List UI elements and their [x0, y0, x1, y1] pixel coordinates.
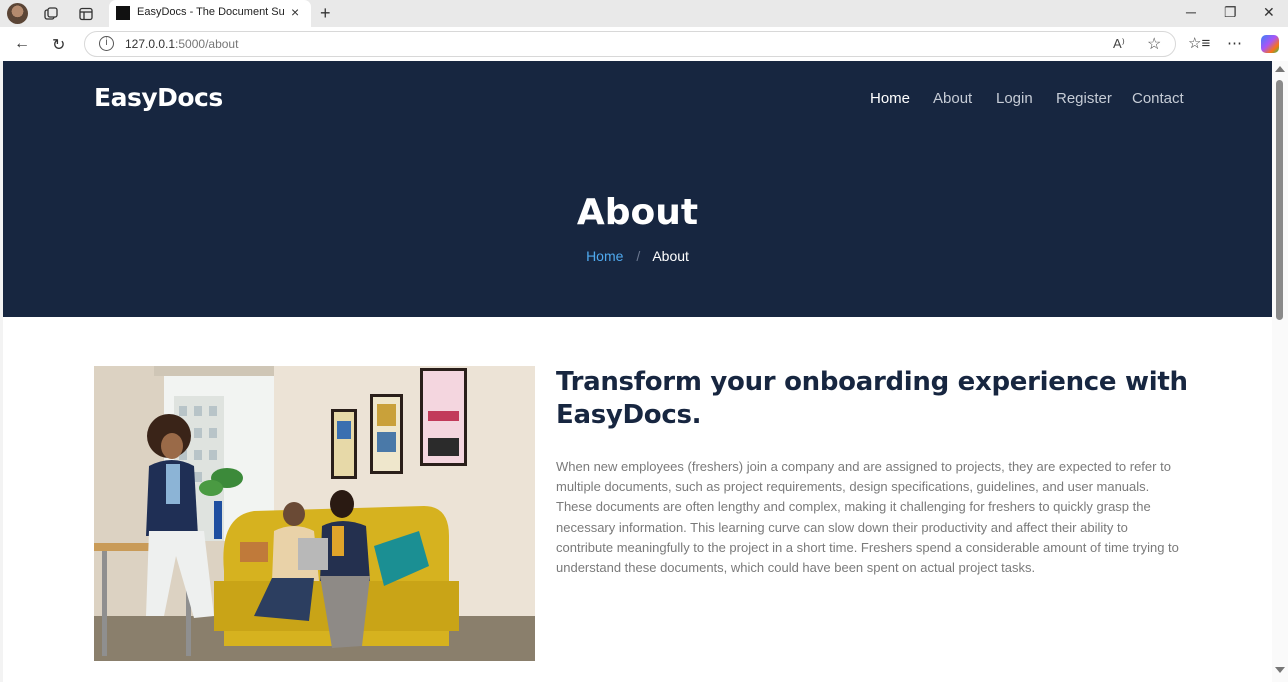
read-aloud-icon[interactable]: A⁾ [1113, 36, 1125, 52]
copilot-icon[interactable] [1261, 35, 1279, 53]
minimize-icon[interactable]: ─ [1186, 4, 1196, 20]
page-scrollbar[interactable] [1272, 61, 1288, 682]
tab-close-icon[interactable]: × [291, 4, 299, 20]
nav-register[interactable]: Register [1056, 90, 1112, 107]
more-menu-icon[interactable]: ⋯ [1227, 34, 1242, 52]
restore-icon[interactable]: ❐ [1224, 4, 1237, 21]
tab-title: EasyDocs - The Document Summ [137, 6, 285, 18]
favicon-icon [116, 6, 130, 20]
back-icon[interactable]: ← [14, 35, 30, 53]
nav-login[interactable]: Login [996, 90, 1033, 107]
scrollbar-thumb[interactable] [1276, 80, 1283, 320]
section-paragraph: When new employees (freshers) join a com… [556, 459, 1179, 576]
nav-contact[interactable]: Contact [1132, 90, 1184, 107]
site-logo[interactable]: EasyDocs [94, 83, 223, 112]
url-text[interactable]: 127.0.0.1:5000/about [125, 37, 238, 51]
scroll-down-icon[interactable] [1275, 667, 1285, 673]
hero-banner: EasyDocs Home About Login Register Conta… [3, 61, 1272, 317]
url-host: 127.0.0.1 [125, 37, 176, 51]
office-team-photo [94, 366, 535, 661]
breadcrumb-separator: / [636, 248, 641, 264]
page-viewport: EasyDocs Home About Login Register Conta… [3, 61, 1272, 682]
breadcrumb-home-link[interactable]: Home [586, 248, 623, 264]
tab-actions-icon[interactable] [76, 4, 96, 24]
nav-about[interactable]: About [933, 90, 972, 107]
refresh-icon[interactable]: ↻ [52, 35, 65, 55]
section-heading: Transform your onboarding experience wit… [556, 367, 1188, 430]
workspaces-icon[interactable] [41, 4, 61, 24]
favorites-icon[interactable]: ☆≡ [1188, 34, 1210, 52]
scroll-up-icon[interactable] [1275, 66, 1285, 72]
address-bar[interactable]: i 127.0.0.1:5000/about A⁾ ☆ [84, 31, 1176, 57]
favorite-star-icon[interactable]: ☆ [1147, 34, 1161, 54]
nav-home[interactable]: Home [870, 90, 910, 107]
page-title: About [576, 192, 699, 233]
profile-avatar[interactable] [7, 3, 28, 24]
url-path: :5000/about [175, 37, 239, 51]
new-tab-icon[interactable]: + [320, 3, 331, 24]
site-info-icon[interactable]: i [99, 36, 114, 51]
browser-toolbar: ← ↻ i 127.0.0.1:5000/about A⁾ ☆ ☆≡ ⋯ [0, 27, 1288, 61]
browser-tab[interactable]: EasyDocs - The Document Summ × [109, 0, 311, 27]
browser-tab-bar: EasyDocs - The Document Summ × + ─ ❐ ✕ [0, 0, 1288, 27]
window-close-icon[interactable]: ✕ [1263, 4, 1275, 21]
breadcrumb-current: About [652, 248, 689, 264]
breadcrumb: Home / About [3, 248, 1272, 264]
